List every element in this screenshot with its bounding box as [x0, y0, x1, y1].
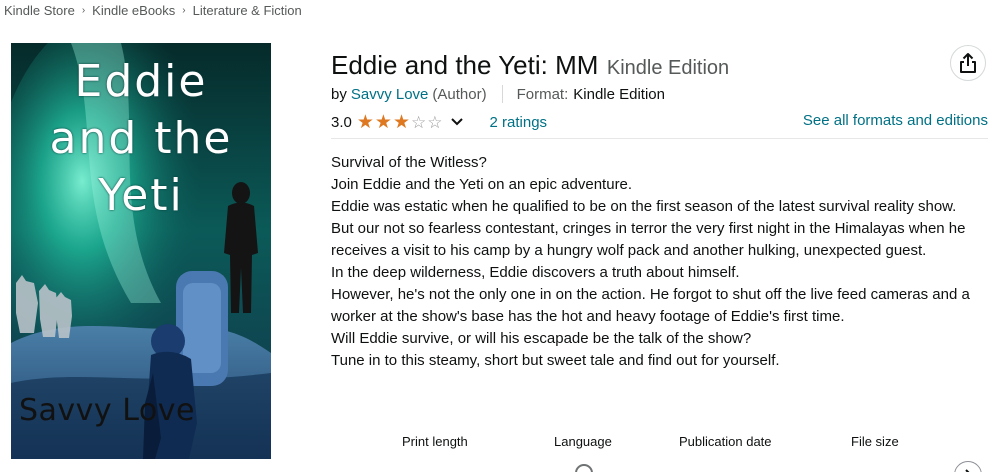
book-cover-image[interactable]: Eddie and the Yeti Savvy Love [11, 43, 271, 459]
star-empty-icon: ☆ [427, 112, 443, 132]
rating-value: 3.0 [331, 113, 352, 131]
description-line: Survival of the Witless? [331, 154, 487, 171]
star-full-icon: ★ [356, 111, 374, 133]
byline: by Savvy Love (Author) Format: Kindle Ed… [331, 85, 665, 103]
detail-language-label: Language [554, 434, 612, 449]
chevron-down-icon[interactable] [450, 117, 464, 127]
chevron-right-icon: › [182, 5, 186, 16]
description-line: Join Eddie and the Yeti on an epic adven… [331, 176, 633, 193]
ratings-count-link[interactable]: 2 ratings [490, 114, 548, 131]
star-rating[interactable]: ★ ★ ★ ☆ ☆ [357, 113, 444, 132]
share-icon [960, 53, 976, 73]
section-divider [331, 138, 988, 139]
breadcrumb-kindle-ebooks[interactable]: Kindle eBooks [92, 3, 175, 18]
language-icon [575, 464, 593, 472]
description-line: In the deep wilderness, Eddie discovers … [331, 264, 740, 281]
book-description: Survival of the Witless? Join Eddie and … [331, 152, 991, 372]
breadcrumb-kindle-store[interactable]: Kindle Store [4, 3, 75, 18]
product-details-carousel: Print length Language Publication date F… [331, 434, 988, 454]
format-value: Kindle Edition [573, 85, 665, 103]
star-full-icon: ★ [374, 111, 392, 133]
star-full-icon: ★ [392, 111, 410, 133]
cover-title-text: Eddie and the Yeti [49, 56, 233, 221]
share-button[interactable] [950, 45, 986, 81]
product-title-row: Eddie and the Yeti: MM Kindle Edition [331, 50, 729, 81]
detail-publication-date-label: Publication date [679, 434, 772, 449]
byline-divider [501, 85, 503, 103]
author-link[interactable]: Savvy Love [351, 86, 429, 103]
breadcrumb-literature-fiction[interactable]: Literature & Fiction [193, 3, 302, 18]
detail-file-size-label: File size [851, 434, 899, 449]
star-empty-icon: ☆ [411, 112, 427, 132]
cover-author-text: Savvy Love [19, 393, 195, 428]
breadcrumb: Kindle Store › Kindle eBooks › Literatur… [4, 3, 302, 18]
by-label: by [331, 85, 347, 103]
description-line: Will Eddie survive, or will his escapade… [331, 330, 752, 347]
author-role: (Author) [432, 85, 487, 103]
description-line: However, he's not the only one in on the… [331, 286, 970, 325]
product-title: Eddie and the Yeti: MM [331, 50, 599, 80]
description-line: Tune in to this steamy, short but sweet … [331, 352, 780, 369]
description-line: Eddie was estatic when he qualified to b… [331, 198, 957, 215]
see-all-formats-link[interactable]: See all formats and editions [803, 112, 988, 129]
detail-print-length-label: Print length [402, 434, 468, 449]
description-line: But our not so fearless contestant, crin… [331, 220, 966, 259]
rating-row: 3.0 ★ ★ ★ ☆ ☆ 2 ratings See all formats and … [331, 111, 988, 133]
chevron-right-icon: › [81, 5, 86, 16]
product-edition: Kindle Edition [606, 57, 730, 79]
carousel-next-button[interactable] [954, 461, 982, 472]
format-label: Format: [516, 85, 569, 103]
